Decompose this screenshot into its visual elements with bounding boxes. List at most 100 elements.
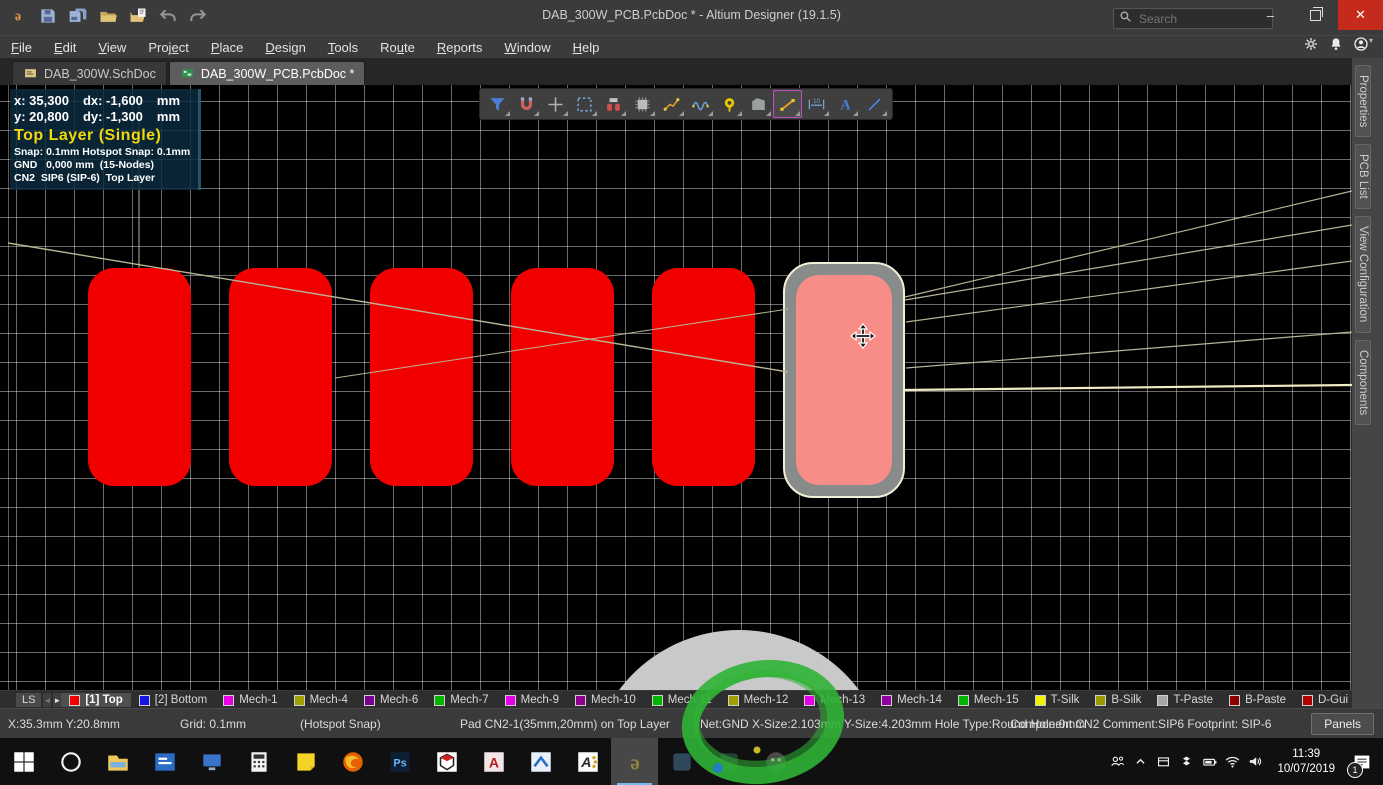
menu-project[interactable]: Project: [137, 38, 199, 57]
via-tool[interactable]: [715, 90, 744, 118]
taskbar-sticky-notes[interactable]: [282, 738, 329, 785]
action-center-button[interactable]: 1: [1345, 738, 1379, 785]
layer-tab-mech-14[interactable]: Mech-14: [873, 693, 950, 707]
layer-set-label[interactable]: LS: [16, 693, 41, 707]
layer-tab-mech-6[interactable]: Mech-6: [356, 693, 426, 707]
taskbar-cortana[interactable]: [47, 738, 94, 785]
dimension-tool[interactable]: 10: [802, 90, 831, 118]
pad-tool[interactable]: [599, 90, 628, 118]
pad-cn2-selected[interactable]: [783, 262, 905, 498]
taskbar-altium-365[interactable]: A: [564, 738, 611, 785]
large-round-pad-arc[interactable]: [589, 630, 889, 690]
select-tool[interactable]: [570, 90, 599, 118]
taskbar-3d-builder[interactable]: [423, 738, 470, 785]
taskbar-altium-designer[interactable]: ə: [611, 738, 658, 785]
redo-button[interactable]: [186, 4, 210, 28]
layer-scroll-left[interactable]: ◄: [43, 693, 51, 707]
layer-tab-mech-9[interactable]: Mech-9: [497, 693, 567, 707]
layer-tab-mech-10[interactable]: Mech-10: [567, 693, 644, 707]
tray-wifi[interactable]: [1221, 738, 1244, 785]
taskbar-blue-tool-app[interactable]: [517, 738, 564, 785]
taskbar-file-explorer[interactable]: [94, 738, 141, 785]
layer-tab-1-top[interactable]: [1] Top: [61, 693, 130, 707]
taskbar-remote-desktop[interactable]: [188, 738, 235, 785]
account-button[interactable]: ▾: [1353, 36, 1373, 57]
layer-tab-mech-1[interactable]: Mech-1: [215, 693, 285, 707]
layer-tab-mech-12[interactable]: Mech-12: [720, 693, 797, 707]
layer-tab-b-paste[interactable]: B-Paste: [1221, 693, 1294, 707]
panel-tab-pcb-list[interactable]: PCB List: [1355, 144, 1371, 209]
pad-cn2-4[interactable]: [511, 268, 614, 486]
restore-button[interactable]: [1293, 0, 1338, 30]
menu-design[interactable]: Design: [254, 38, 316, 57]
panels-button[interactable]: Panels: [1311, 713, 1374, 735]
menu-reports[interactable]: Reports: [426, 38, 494, 57]
settings-button[interactable]: [1303, 36, 1319, 57]
taskbar-clock[interactable]: 11:39 10/07/2019: [1270, 747, 1342, 777]
layer-tab-mech-15[interactable]: Mech-15: [950, 693, 1027, 707]
menu-route[interactable]: Route: [369, 38, 426, 57]
layer-tab-t-silk[interactable]: T-Silk: [1027, 693, 1088, 707]
menu-edit[interactable]: Edit: [43, 38, 87, 57]
layer-tab-mech-4[interactable]: Mech-4: [286, 693, 356, 707]
pad-cn2-1[interactable]: [88, 268, 191, 486]
pad-cn2-5[interactable]: [652, 268, 755, 486]
notifications-button[interactable]: [1328, 36, 1344, 57]
panel-tab-properties[interactable]: Properties: [1355, 65, 1371, 137]
panel-tab-view-configuration[interactable]: View Configuration: [1355, 216, 1371, 332]
taskbar-calculator[interactable]: [235, 738, 282, 785]
layer-tab-mech-7[interactable]: Mech-7: [426, 693, 496, 707]
text-tool[interactable]: A: [831, 90, 860, 118]
pad-cn2-3[interactable]: [370, 268, 473, 486]
close-button[interactable]: ✕: [1338, 0, 1383, 30]
layer-tab-2-bottom[interactable]: [2] Bottom: [131, 693, 215, 707]
taskbar-hidden-app-1[interactable]: [658, 738, 705, 785]
doc-tab-schematic[interactable]: DAB_300W.SchDoc: [12, 61, 167, 85]
menu-view[interactable]: View: [87, 38, 137, 57]
search-input[interactable]: [1137, 11, 1251, 27]
tray-dropbox[interactable]: [1175, 738, 1198, 785]
open-document-button[interactable]: [126, 4, 150, 28]
save-button[interactable]: [36, 4, 60, 28]
panel-tab-components[interactable]: Components: [1355, 340, 1371, 425]
doc-tab-pcb[interactable]: DAB_300W_PCB.PcbDoc *: [169, 61, 366, 85]
minimize-button[interactable]: –: [1248, 0, 1293, 30]
move-tool[interactable]: [541, 90, 570, 118]
pad-cn2-2[interactable]: [229, 268, 332, 486]
tray-tray-box[interactable]: [1152, 738, 1175, 785]
undo-button[interactable]: [156, 4, 180, 28]
layer-tab-mech-13[interactable]: Mech-13: [796, 693, 873, 707]
tray-battery[interactable]: [1198, 738, 1221, 785]
altium-logo-button[interactable]: ə: [6, 4, 30, 28]
taskbar-autocad[interactable]: A: [470, 738, 517, 785]
component-tool[interactable]: [628, 90, 657, 118]
polygon-tool[interactable]: [744, 90, 773, 118]
taskbar-blue-document-app[interactable]: [141, 738, 188, 785]
tray-people[interactable]: [1106, 738, 1129, 785]
layer-tab-t-paste[interactable]: T-Paste: [1149, 693, 1221, 707]
save-all-button[interactable]: [66, 4, 90, 28]
line-tool[interactable]: [860, 90, 889, 118]
taskbar-photoshop[interactable]: Ps: [376, 738, 423, 785]
route-tool[interactable]: [657, 90, 686, 118]
menu-help[interactable]: Help: [562, 38, 611, 57]
taskbar-firefox[interactable]: [329, 738, 376, 785]
menu-place[interactable]: Place: [200, 38, 255, 57]
pcb-canvas[interactable]: x: 35,300dx: -1,600mm y: 20,800dy: -1,30…: [0, 85, 1352, 690]
menu-file[interactable]: File: [0, 38, 43, 57]
open-button[interactable]: [96, 4, 120, 28]
layer-scroll-right[interactable]: ►: [53, 693, 61, 707]
tune-tool[interactable]: [686, 90, 715, 118]
layer-tab-d-gui[interactable]: D-Gui: [1294, 693, 1352, 707]
tray-chevron-up[interactable]: [1129, 738, 1152, 785]
menu-window[interactable]: Window: [493, 38, 561, 57]
menu-tools[interactable]: Tools: [317, 38, 369, 57]
layer-tab-b-silk[interactable]: B-Silk: [1087, 693, 1149, 707]
snapping-tool[interactable]: [512, 90, 541, 118]
layer-tab-mech-11[interactable]: Mech-11: [644, 693, 720, 707]
track-tool[interactable]: [773, 90, 802, 118]
filter-tool[interactable]: [483, 90, 512, 118]
tray-volume[interactable]: [1244, 738, 1267, 785]
taskbar-start[interactable]: [0, 738, 47, 785]
taskbar-hidden-app-2[interactable]: [705, 738, 752, 785]
